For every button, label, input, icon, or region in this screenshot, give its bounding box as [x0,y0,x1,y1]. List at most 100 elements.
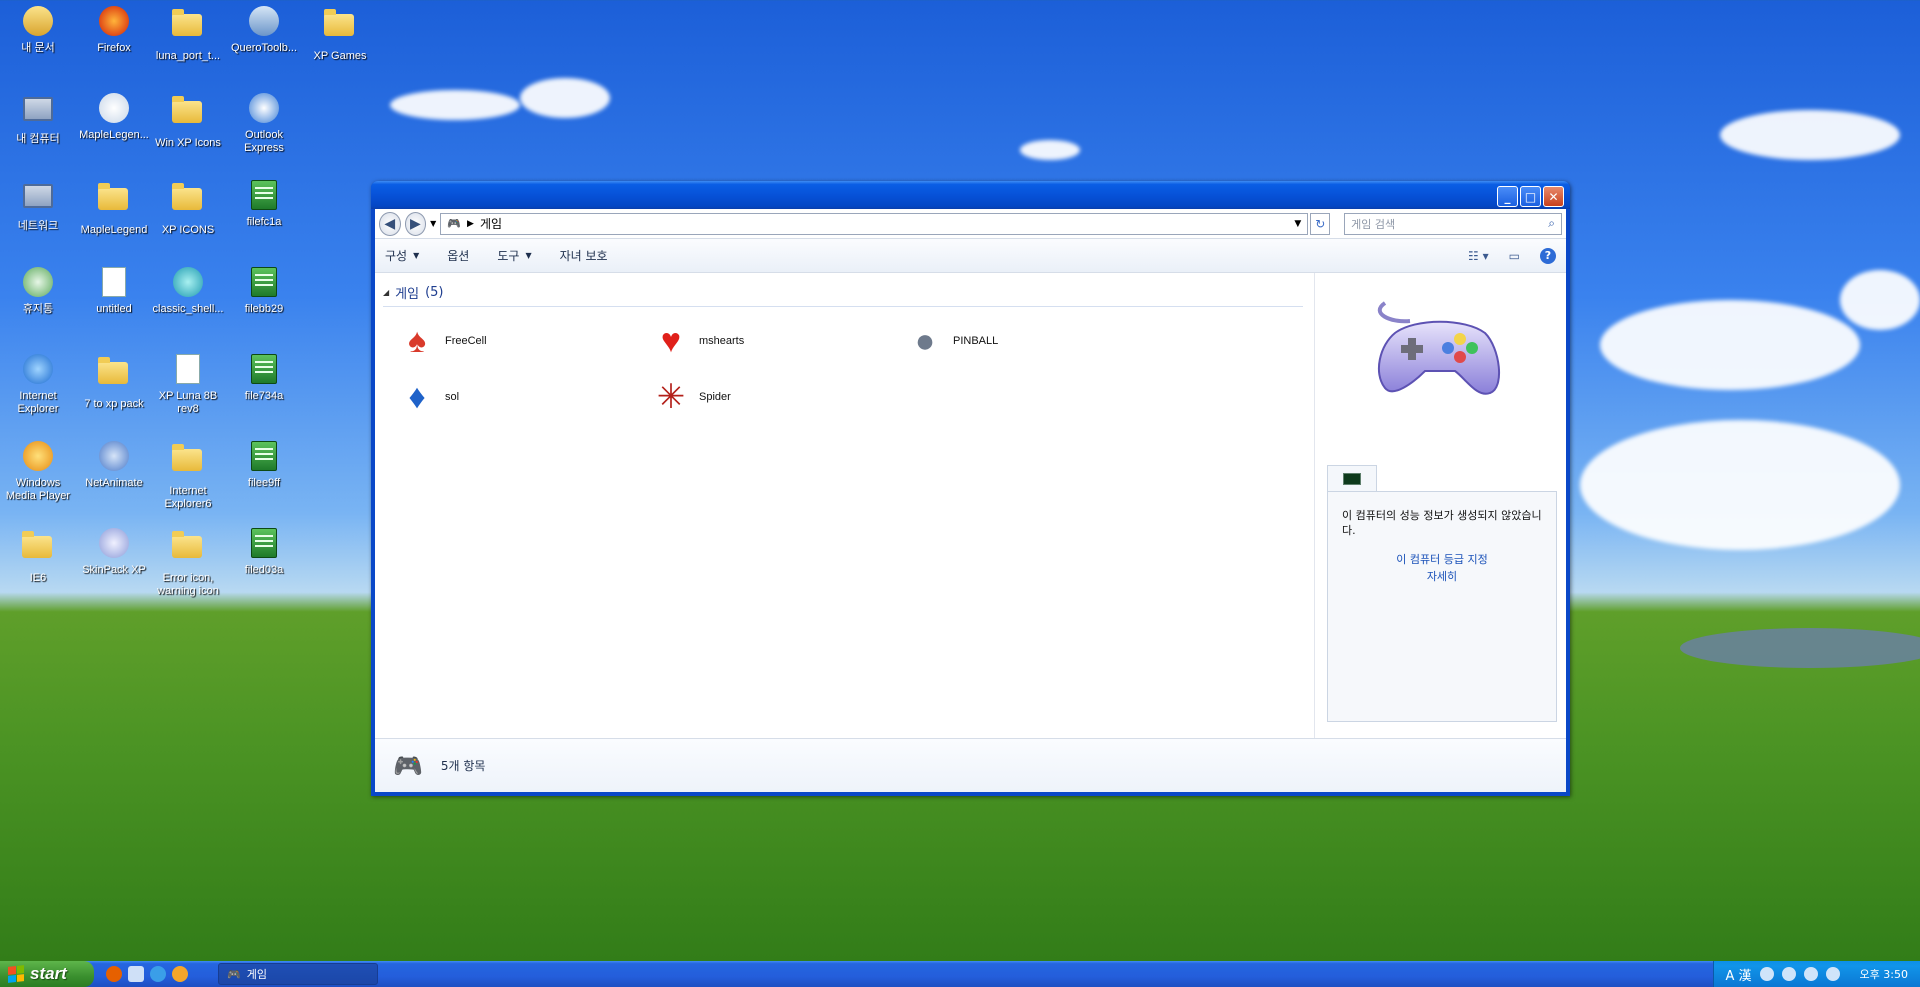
desktop-icon-label: XP ICONS [161,224,215,236]
group-count: (5) [425,285,444,300]
ie-icon [22,354,54,386]
help-tray-icon[interactable] [1759,967,1774,981]
security-tray-icon[interactable] [1825,967,1840,981]
file-list: ◢ 게임 (5) ♠ FreeCell ♥ mshearts ● PINBALL ♦ sol ✳… [375,273,1315,738]
skinpack-icon [98,528,130,560]
breadcrumb-games[interactable]: 게임 [480,215,502,232]
preview-pane-icon[interactable]: ▭ [1509,249,1520,263]
media-player-icon [22,441,54,473]
desktop-icon-label: Win XP Icons [155,137,221,149]
preview-pane: 이 컴퓨터의 성능 정보가 생성되지 않았습니다. 이 컴퓨터 등급 지정 자세… [1315,273,1566,738]
collapse-triangle-icon[interactable]: ◢ [383,288,389,297]
desktop-icon[interactable]: 내 컴퓨터 [0,93,76,146]
desktop-icon-label: SkinPack XP [82,564,146,576]
breadcrumb-separator-icon[interactable]: ▶ [467,219,474,229]
desktop-icon[interactable]: SkinPack XP [76,528,152,577]
spider-icon: ✳ [656,378,686,416]
desktop-icon-label: untitled [96,303,132,315]
firefox-quicklaunch-icon[interactable] [106,966,122,982]
folder-icon [98,183,130,220]
taskbar-button-games[interactable]: 🎮 게임 [218,963,378,985]
volume-tray-icon[interactable] [1803,967,1818,981]
tools-menu[interactable]: 도구 ▼ [497,247,531,264]
window-client: ◀ ▶ ▼ 🎮 ▶ 게임 ▼ ↻ 게임 검색 ⌕ 구성 ▼ 옵션 도구 ▼ 자녀 보… [375,209,1566,792]
refresh-button[interactable]: ↻ [1310,212,1331,235]
desktop-icon[interactable]: XP Luna 8B rev8 [150,354,226,416]
desktop-icon[interactable]: XP Games [302,6,378,63]
desktop-icon[interactable]: MapleLegend [76,180,152,237]
views-icon[interactable]: ☷ ▾ [1468,249,1489,263]
history-dropdown-icon[interactable]: ▼ [430,219,436,228]
desktop-icon[interactable]: 내 문서 [0,6,76,55]
game-item[interactable]: ● PINBALL [903,319,999,363]
folder-icon [172,444,204,481]
options-button[interactable]: 옵션 [447,247,469,264]
game-label: FreeCell [445,335,487,347]
title-bar[interactable]: _ □ ✕ [371,181,1570,209]
desktop-icon[interactable]: Windows Media Player [0,441,76,503]
network-tray-icon[interactable] [1781,967,1796,981]
help-icon[interactable]: ? [1540,247,1556,264]
desktop-icon[interactable]: QueroToolb... [226,6,302,55]
address-field[interactable]: 🎮 ▶ 게임 ▼ [440,212,1309,235]
show-desktop-icon[interactable] [128,966,144,982]
desktop-icon[interactable]: NetAnimate [76,441,152,490]
back-button[interactable]: ◀ [379,211,401,236]
hearts-icon: ♥ [660,321,682,360]
desktop-icon[interactable]: Win XP Icons [150,93,226,150]
close-button[interactable]: ✕ [1543,186,1564,207]
desktop-icon[interactable]: Error icon, warning icon [150,528,226,598]
ie-quicklaunch-icon[interactable] [150,966,166,982]
desktop-icon[interactable]: untitled [76,267,152,316]
game-item[interactable]: ♠ FreeCell [395,319,487,363]
desktop-icon[interactable]: filed03a [226,528,302,577]
game-item[interactable]: ✳ Spider [649,375,731,419]
maximize-button[interactable]: □ [1520,186,1541,207]
desktop-icon[interactable]: filee9ff [226,441,302,490]
language-bar[interactable]: A 漢 [1726,965,1752,984]
desktop-icon[interactable]: filefc1a [226,180,302,229]
game-item[interactable]: ♥ mshearts [649,319,744,363]
search-input[interactable]: 게임 검색 ⌕ [1344,212,1562,235]
desktop-icon[interactable]: Internet Explorer6 [150,441,226,511]
windows-flag-icon [8,965,24,983]
desktop-icon[interactable]: Internet Explorer [0,354,76,416]
desktop-icon[interactable]: file734a [226,354,302,403]
desktop-icon-label: Outlook Express [244,129,284,154]
game-item[interactable]: ♦ sol [395,375,459,419]
desktop-icon[interactable]: 휴지통 [0,267,76,316]
parental-controls-button[interactable]: 자녀 보호 [560,247,608,264]
details-link[interactable]: 자세히 [1342,569,1542,584]
desktop-icon[interactable]: IE6 [0,528,76,585]
desktop-icon[interactable]: Firefox [76,6,152,55]
desktop-icon-label: 내 문서 [21,42,55,54]
desktop-icon[interactable]: classic_shell... [150,267,226,316]
games-grid: ♠ FreeCell ♥ mshearts ● PINBALL ♦ sol ✳ Spider [383,307,1306,427]
forward-button[interactable]: ▶ [404,211,427,236]
clock[interactable]: 오후 3:50 [1860,966,1908,982]
search-icon[interactable]: ⌕ [1548,216,1555,231]
desktop-icon-label: 내 컴퓨터 [16,133,60,145]
organize-menu[interactable]: 구성 ▼ [385,247,419,264]
desktop-icon[interactable]: Outlook Express [226,93,302,155]
rate-computer-link[interactable]: 이 컴퓨터 등급 지정 [1342,552,1542,567]
desktop-icon[interactable]: filebb29 [226,267,302,316]
media-player-quicklaunch-icon[interactable] [172,966,188,982]
command-bar: 구성 ▼ 옵션 도구 ▼ 자녀 보호 ☷ ▾ ▭ ? [375,239,1566,273]
status-bar: 🎮 5개 항목 [375,738,1566,792]
minimize-button[interactable]: _ [1497,186,1518,207]
firefox-icon [98,6,130,38]
desktop-icon[interactable]: XP ICONS [150,180,226,237]
desktop-icon[interactable]: 네트워크 [0,180,76,233]
desktop-icon[interactable]: MapleLegen... [76,93,152,142]
game-label: Spider [699,391,731,403]
desktop-icon[interactable]: 7 to xp pack [76,354,152,411]
address-dropdown-icon[interactable]: ▼ [1294,219,1301,229]
outlook-icon [248,93,280,125]
performance-tab[interactable] [1327,465,1377,491]
desktop-icon[interactable]: luna_port_t... [150,6,226,63]
task-label: 게임 [246,968,267,981]
address-bar: ◀ ▶ ▼ 🎮 ▶ 게임 ▼ ↻ 게임 검색 ⌕ [375,209,1566,239]
group-header[interactable]: ◢ 게임 (5) [383,283,1303,307]
start-button[interactable]: start [0,961,94,987]
